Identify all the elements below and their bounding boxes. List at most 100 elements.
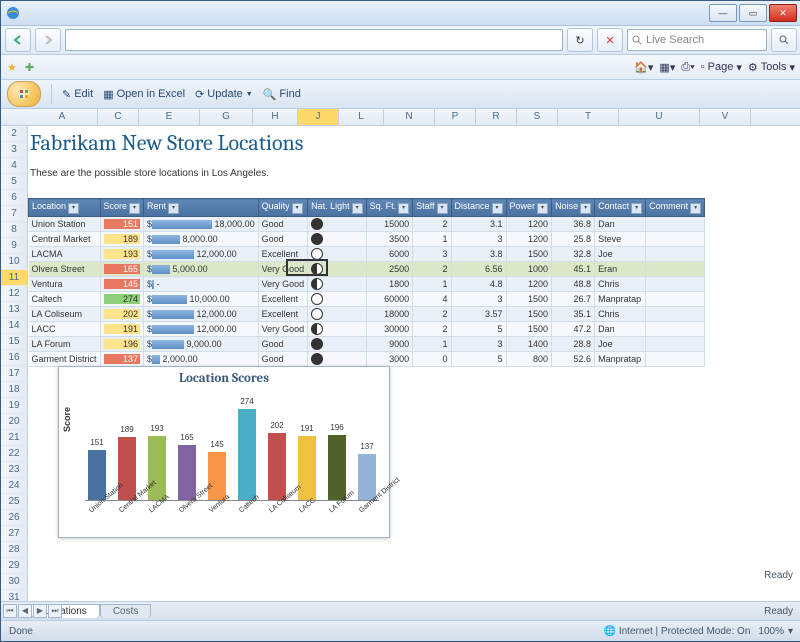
table-cell[interactable]: 18000 [366, 307, 413, 322]
table-cell[interactable] [646, 337, 705, 352]
table-cell[interactable]: 3 [451, 232, 506, 247]
column-header[interactable]: A [27, 109, 98, 125]
table-cell[interactable]: Caltech [29, 292, 101, 307]
row-header[interactable]: 26 [1, 510, 28, 526]
open-in-excel-button[interactable]: ▦ Open in Excel [103, 88, 185, 101]
row-headers[interactable]: 2345678910111213141516171819202122232425… [1, 126, 28, 601]
column-header[interactable]: C [98, 109, 139, 125]
table-cell[interactable]: 3 [413, 247, 451, 262]
table-cell[interactable]: 191 [100, 322, 144, 337]
table-cell[interactable]: Excellent [258, 247, 308, 262]
table-row[interactable]: Ventura145$ -Very Good180014.8120048.8Ch… [29, 277, 705, 292]
table-cell[interactable]: Garment District [29, 352, 101, 367]
table-cell[interactable] [308, 337, 367, 352]
office-button[interactable] [7, 81, 41, 107]
stop-button[interactable]: ✕ [597, 28, 623, 52]
table-cell[interactable]: 3500 [366, 232, 413, 247]
row-header[interactable]: 30 [1, 574, 28, 590]
column-header[interactable]: L [339, 109, 384, 125]
table-cell[interactable]: $ 12,000.00 [144, 322, 259, 337]
table-cell[interactable]: 1200 [506, 232, 552, 247]
table-cell[interactable]: $ 9,000.00 [144, 337, 259, 352]
table-cell[interactable]: Ventura [29, 277, 101, 292]
table-cell[interactable]: Olvera Street [29, 262, 101, 277]
table-cell[interactable]: 5 [451, 322, 506, 337]
table-cell[interactable]: 2500 [366, 262, 413, 277]
row-header[interactable]: 2 [1, 126, 28, 142]
row-header[interactable]: 6 [1, 190, 28, 206]
refresh-button[interactable]: ↻ [567, 28, 593, 52]
table-cell[interactable]: 25.8 [552, 232, 595, 247]
row-header[interactable]: 11 [1, 270, 28, 286]
row-header[interactable]: 31 [1, 590, 28, 601]
row-header[interactable]: 18 [1, 382, 28, 398]
table-cell[interactable]: 47.2 [552, 322, 595, 337]
favorites-icon[interactable]: ★ [7, 61, 17, 74]
row-header[interactable]: 23 [1, 462, 28, 478]
table-cell[interactable]: 1500 [506, 307, 552, 322]
print-button[interactable]: ⎙▾ [681, 61, 694, 74]
table-cell[interactable]: 3.8 [451, 247, 506, 262]
filter-button[interactable]: ▾ [690, 203, 701, 214]
table-cell[interactable]: 189 [100, 232, 144, 247]
table-cell[interactable]: $ 12,000.00 [144, 307, 259, 322]
table-cell[interactable]: 1 [413, 232, 451, 247]
table-header[interactable]: Noise▾ [552, 199, 595, 217]
row-header[interactable]: 20 [1, 414, 28, 430]
table-cell[interactable]: 196 [100, 337, 144, 352]
search-go-button[interactable] [771, 28, 797, 52]
column-header[interactable]: G [200, 109, 253, 125]
table-cell[interactable]: 52.6 [552, 352, 595, 367]
table-cell[interactable]: LACC [29, 322, 101, 337]
table-cell[interactable]: Dan [595, 217, 646, 232]
table-cell[interactable]: 28.8 [552, 337, 595, 352]
table-row[interactable]: Olvera Street165$ 5,000.00Very Good25002… [29, 262, 705, 277]
table-cell[interactable]: 3 [451, 292, 506, 307]
row-header[interactable]: 15 [1, 334, 28, 350]
column-header[interactable]: H [253, 109, 298, 125]
close-button[interactable]: ✕ [769, 4, 797, 22]
column-header[interactable]: R [476, 109, 517, 125]
table-row[interactable]: LACC191$ 12,000.00Very Good3000025150047… [29, 322, 705, 337]
table-cell[interactable]: Eran [595, 262, 646, 277]
add-favorite-icon[interactable]: ✚ [25, 61, 34, 74]
table-cell[interactable]: 1500 [506, 247, 552, 262]
table-cell[interactable] [308, 277, 367, 292]
table-header[interactable]: Rent▾ [144, 199, 259, 217]
table-cell[interactable]: Very Good [258, 277, 308, 292]
table-cell[interactable] [308, 232, 367, 247]
table-cell[interactable]: 4 [413, 292, 451, 307]
table-cell[interactable]: 3.1 [451, 217, 506, 232]
table-cell[interactable]: Union Station [29, 217, 101, 232]
table-cell[interactable] [308, 217, 367, 232]
table-cell[interactable]: Good [258, 217, 308, 232]
table-cell[interactable]: 1000 [506, 262, 552, 277]
table-header[interactable]: Quality▾ [258, 199, 308, 217]
table-cell[interactable]: 9000 [366, 337, 413, 352]
filter-button[interactable]: ▾ [437, 203, 448, 214]
table-cell[interactable]: 15000 [366, 217, 413, 232]
table-cell[interactable]: 800 [506, 352, 552, 367]
table-cell[interactable]: Chris [595, 277, 646, 292]
table-cell[interactable]: 202 [100, 307, 144, 322]
table-cell[interactable]: 60000 [366, 292, 413, 307]
table-header[interactable]: Staff▾ [413, 199, 451, 217]
filter-button[interactable]: ▾ [68, 203, 79, 214]
table-header[interactable]: Contact▾ [595, 199, 646, 217]
table-row[interactable]: LACMA193$ 12,000.00Excellent600033.81500… [29, 247, 705, 262]
table-cell[interactable]: 0 [413, 352, 451, 367]
row-header[interactable]: 19 [1, 398, 28, 414]
table-cell[interactable] [308, 292, 367, 307]
maximize-button[interactable]: ▭ [739, 4, 767, 22]
edit-button[interactable]: ✎ Edit [62, 88, 93, 101]
table-cell[interactable]: 145 [100, 277, 144, 292]
row-header[interactable]: 28 [1, 542, 28, 558]
table-header[interactable]: Location▾ [29, 199, 101, 217]
home-button[interactable]: 🏠▾ [634, 61, 653, 74]
table-cell[interactable]: 1400 [506, 337, 552, 352]
tab-next-button[interactable]: ▶ [33, 604, 47, 618]
row-header[interactable]: 7 [1, 206, 28, 222]
table-cell[interactable]: 36.8 [552, 217, 595, 232]
table-cell[interactable] [646, 232, 705, 247]
tab-first-button[interactable]: ⏮ [3, 604, 17, 618]
